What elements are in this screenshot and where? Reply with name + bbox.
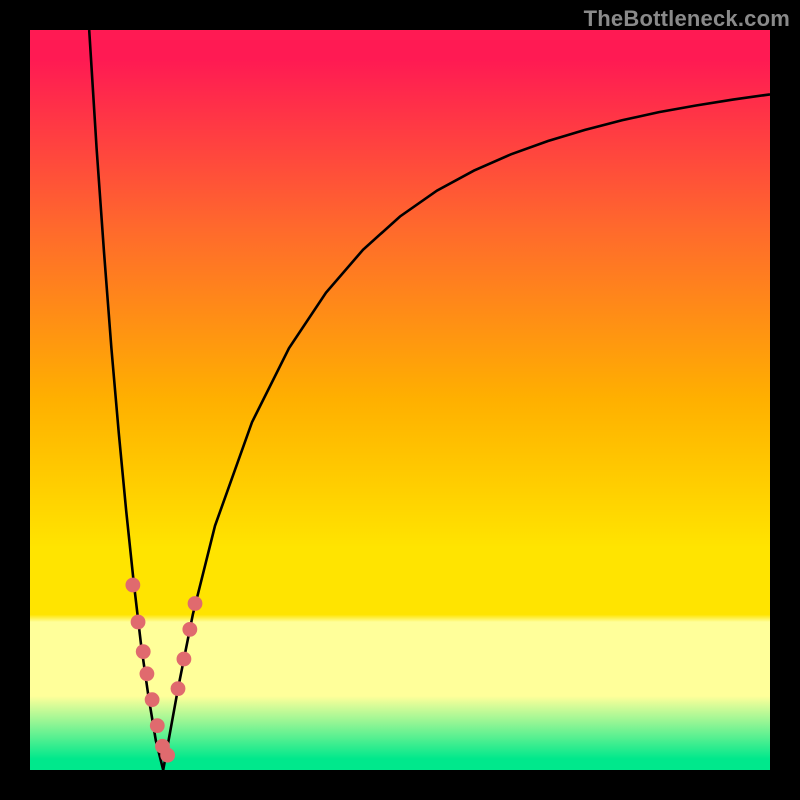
marker-point: [136, 644, 151, 659]
marker-point: [140, 666, 155, 681]
marker-point: [188, 596, 203, 611]
bottleneck-chart: [30, 30, 770, 770]
marker-point: [160, 748, 175, 763]
chart-svg: [30, 30, 770, 770]
marker-point: [171, 681, 186, 696]
marker-point: [125, 578, 140, 593]
marker-point: [182, 622, 197, 637]
marker-point: [177, 652, 192, 667]
watermark-text: TheBottleneck.com: [584, 6, 790, 32]
gradient-background: [30, 30, 770, 770]
marker-point: [145, 692, 160, 707]
marker-point: [150, 718, 165, 733]
marker-point: [131, 615, 146, 630]
